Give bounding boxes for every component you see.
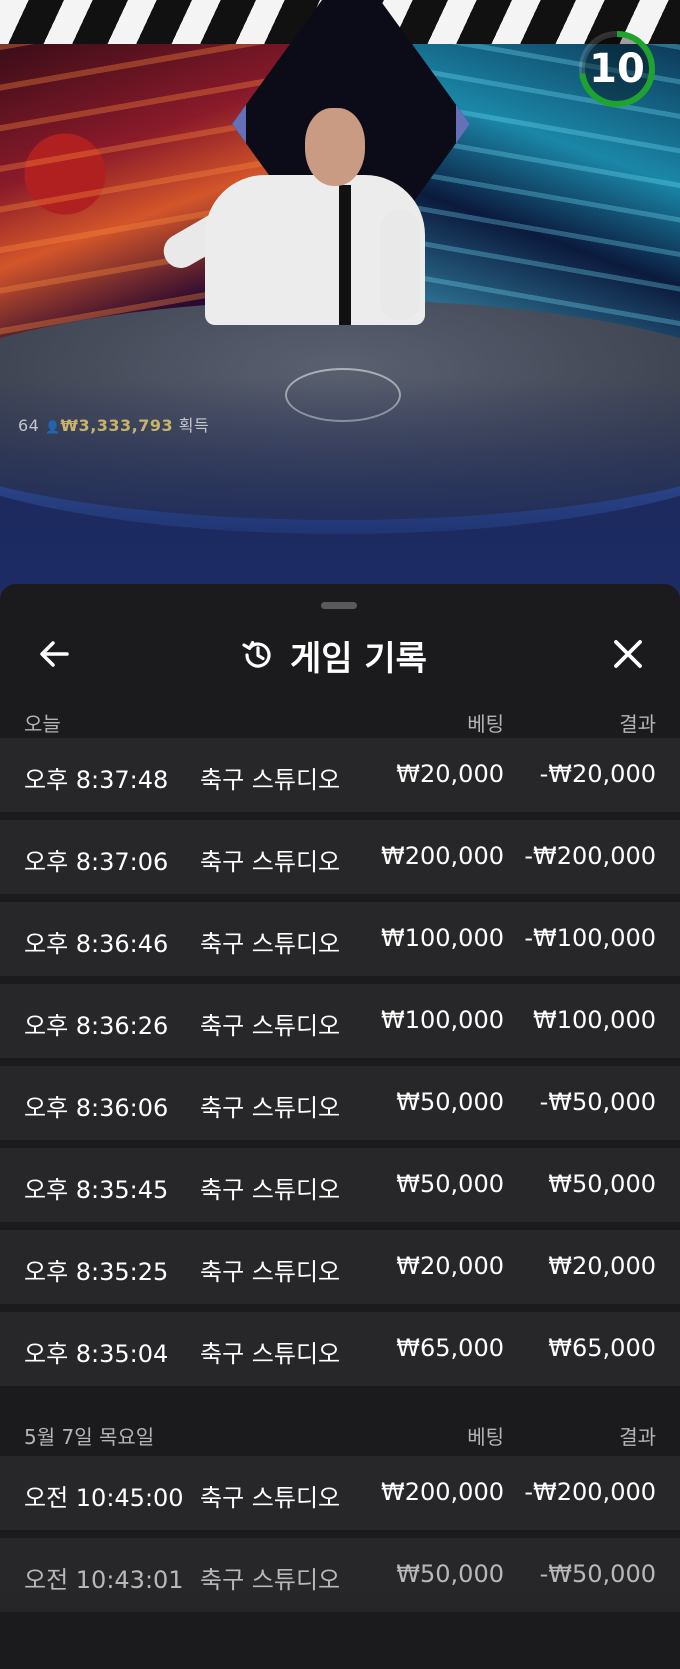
row-result: -₩200,000 — [524, 842, 656, 870]
row-result: -₩20,000 — [539, 760, 656, 788]
live-video: 10 64 👤₩3,333,793 획득 — [0, 0, 680, 600]
drag-handle[interactable] — [321, 602, 357, 609]
row-time: 오후 8:37:48 — [24, 766, 169, 794]
row-result: ₩65,000 — [548, 1334, 656, 1362]
row-bet: ₩50,000 — [396, 1088, 504, 1116]
section-date: 오늘 — [24, 712, 61, 736]
bet-column-header: 베팅 — [467, 712, 504, 736]
row-bet: ₩50,000 — [396, 1170, 504, 1198]
row-time: 오후 8:35:04 — [24, 1340, 169, 1368]
winnings-amount: ₩3,333,793 — [60, 416, 174, 435]
winnings-suffix: 획득 — [178, 416, 210, 435]
history-row[interactable]: 오후 8:36:26 축구 스튜디오 ₩100,000 ₩100,000 — [0, 984, 680, 1058]
dealer-head — [305, 108, 365, 186]
history-row[interactable]: 오전 10:43:01 축구 스튜디오 ₩50,000 -₩50,000 — [0, 1538, 680, 1612]
dealer-tie — [339, 185, 351, 325]
row-bet: ₩100,000 — [381, 924, 504, 952]
dealer-arm-right — [380, 210, 420, 320]
row-game: 축구 스튜디오 — [200, 1340, 341, 1368]
row-game: 축구 스튜디오 — [200, 1094, 341, 1122]
row-game: 축구 스튜디오 — [200, 766, 341, 794]
row-result: ₩100,000 — [533, 1006, 656, 1034]
row-time: 오후 8:36:06 — [24, 1094, 169, 1122]
row-time: 오후 8:35:45 — [24, 1176, 169, 1204]
result-column-header: 결과 — [619, 712, 656, 736]
close-icon[interactable] — [608, 634, 648, 674]
row-game: 축구 스튜디오 — [200, 848, 341, 876]
title-group: 게임 기록 — [240, 632, 427, 679]
history-row[interactable]: 오후 8:37:48 축구 스튜디오 ₩20,000 -₩20,000 — [0, 738, 680, 812]
section-date: 5월 7일 목요일 — [24, 1425, 155, 1449]
row-result: ₩20,000 — [548, 1252, 656, 1280]
row-result: -₩200,000 — [524, 1478, 656, 1506]
row-game: 축구 스튜디오 — [200, 1176, 341, 1204]
row-game: 축구 스튜디오 — [200, 1566, 341, 1594]
row-game: 축구 스튜디오 — [200, 1258, 341, 1286]
player-count: 64 — [18, 416, 40, 435]
row-bet: ₩50,000 — [396, 1560, 504, 1588]
row-bet: ₩20,000 — [396, 1252, 504, 1280]
history-row[interactable]: 오후 8:35:04 축구 스튜디오 ₩65,000 ₩65,000 — [0, 1312, 680, 1386]
row-bet: ₩100,000 — [381, 1006, 504, 1034]
row-game: 축구 스튜디오 — [200, 1484, 341, 1512]
row-time: 오후 8:36:46 — [24, 930, 169, 958]
row-bet: ₩65,000 — [396, 1334, 504, 1362]
game-history-sheet: 게임 기록 오늘 베팅 결과 오후 8:37:48 축구 스튜디오 ₩20,00… — [0, 584, 680, 1669]
history-row[interactable]: 오후 8:36:06 축구 스튜디오 ₩50,000 -₩50,000 — [0, 1066, 680, 1140]
history-row[interactable]: 오전 10:45:00 축구 스튜디오 ₩200,000 -₩200,000 — [0, 1456, 680, 1530]
history-row[interactable]: 오후 8:36:46 축구 스튜디오 ₩100,000 -₩100,000 — [0, 902, 680, 976]
history-list-may-7: 오전 10:45:00 축구 스튜디오 ₩200,000 -₩200,000 오… — [0, 1456, 680, 1620]
row-result: -₩50,000 — [539, 1088, 656, 1116]
countdown-value: 10 — [589, 46, 645, 92]
row-result: ₩50,000 — [548, 1170, 656, 1198]
sheet-header: 게임 기록 — [0, 622, 680, 690]
row-time: 오후 8:35:25 — [24, 1258, 169, 1286]
row-time: 오전 10:43:01 — [24, 1566, 184, 1594]
section-header: 5월 7일 목요일 베팅 결과 — [0, 1409, 680, 1459]
winnings-info: 64 👤₩3,333,793 획득 — [18, 412, 209, 436]
result-column-header: 결과 — [619, 1425, 656, 1449]
row-game: 축구 스튜디오 — [200, 930, 341, 958]
history-icon — [242, 641, 271, 668]
row-game: 축구 스튜디오 — [200, 1012, 341, 1040]
row-bet: ₩200,000 — [381, 1478, 504, 1506]
row-time: 오전 10:45:00 — [24, 1484, 184, 1512]
row-result: -₩100,000 — [524, 924, 656, 952]
bet-column-header: 베팅 — [467, 1425, 504, 1449]
row-bet: ₩200,000 — [381, 842, 504, 870]
row-time: 오후 8:36:26 — [24, 1012, 169, 1040]
arrow-left-icon[interactable] — [34, 634, 74, 674]
person-icon: 👤 — [44, 420, 61, 434]
row-bet: ₩20,000 — [396, 760, 504, 788]
row-result: -₩50,000 — [539, 1560, 656, 1588]
row-time: 오후 8:37:06 — [24, 848, 169, 876]
history-row[interactable]: 오후 8:35:45 축구 스튜디오 ₩50,000 ₩50,000 — [0, 1148, 680, 1222]
sheet-title: 게임 기록 — [290, 638, 427, 679]
history-row[interactable]: 오후 8:35:25 축구 스튜디오 ₩20,000 ₩20,000 — [0, 1230, 680, 1304]
history-list-today: 오후 8:37:48 축구 스튜디오 ₩20,000 -₩20,000 오후 8… — [0, 738, 680, 1394]
history-row[interactable]: 오후 8:37:06 축구 스튜디오 ₩200,000 -₩200,000 — [0, 820, 680, 894]
